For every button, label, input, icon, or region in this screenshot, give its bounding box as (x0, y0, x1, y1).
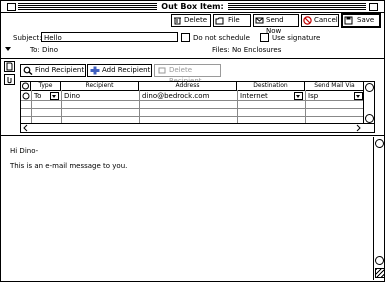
title-bar[interactable]: Out Box Item: (1, 1, 384, 13)
message-body[interactable]: Hi Dino- This is an e-mail message to yo… (1, 137, 373, 280)
col-rule (61, 90, 62, 123)
do-not-schedule-checkbox[interactable] (181, 33, 190, 42)
row-select-icon (22, 82, 29, 90)
enclosures-tab-icon[interactable] (4, 74, 15, 85)
message-line: This is an e-mail message to you. (10, 162, 128, 170)
table-corner (21, 82, 31, 90)
file-button[interactable]: File (213, 14, 251, 27)
recipients-scrollbar[interactable] (363, 82, 374, 124)
row-marker-icon (22, 92, 30, 100)
zoom-box[interactable] (369, 3, 378, 11)
trash-icon (174, 17, 181, 25)
outbox-window: Out Box Item: Delete File Send Now Cance… (0, 0, 385, 282)
disk-icon (344, 16, 353, 25)
scroll-up-icon[interactable] (365, 83, 374, 92)
plus-icon (90, 66, 100, 75)
toolbar: Delete File Send Now Cancel Save (1, 13, 384, 35)
magnifier-icon (23, 66, 33, 75)
recipients-table: Type Recipient Address Destination Send … (20, 81, 375, 125)
destination-dropdown-icon[interactable] (294, 92, 303, 100)
column-header-recipient[interactable]: Recipient (61, 82, 139, 90)
cancel-label: Cancel (314, 16, 338, 24)
column-header-send-via[interactable]: Send Mail Via (305, 82, 364, 90)
cell-type[interactable]: To (34, 92, 41, 100)
save-label: Save (357, 16, 375, 24)
send-now-button[interactable]: Send Now (253, 14, 299, 35)
type-dropdown-icon[interactable] (50, 92, 59, 100)
column-header-type[interactable]: Type (31, 82, 61, 90)
col-rule (31, 90, 32, 123)
paperclip-icon (7, 77, 12, 84)
col-rule (139, 90, 140, 123)
find-recipient-label: Find Recipient (35, 66, 85, 74)
do-not-schedule-label: Do not schedule (193, 34, 250, 42)
subject-label: Subject: (13, 34, 42, 42)
cell-address[interactable]: dino@bedrock.com (142, 92, 209, 100)
window-title: Out Box Item: (157, 2, 228, 11)
scroll-down-icon[interactable] (375, 256, 384, 265)
header-divider (1, 58, 384, 59)
save-button[interactable]: Save (341, 13, 381, 28)
recipients-tab-icon[interactable] (4, 61, 15, 72)
scroll-up-icon[interactable] (375, 139, 384, 148)
column-header-address[interactable]: Address (139, 82, 237, 90)
page-icon (6, 62, 13, 71)
row-rule (21, 108, 374, 109)
row-rule (21, 100, 374, 101)
cancel-button[interactable]: Cancel (301, 14, 339, 27)
grow-box[interactable] (375, 268, 385, 278)
col-rule (237, 90, 238, 123)
use-signature-label: Use signature (272, 34, 321, 42)
delete-label: Delete (184, 16, 207, 24)
subject-input[interactable]: Hello (41, 32, 178, 42)
cell-send-via[interactable]: Isp (308, 92, 318, 100)
files-label: Files: No Enclosures (212, 46, 282, 54)
cancel-icon (303, 16, 312, 25)
scroll-down-icon[interactable] (365, 114, 374, 123)
folder-icon (215, 17, 224, 25)
message-scrollbar[interactable] (373, 137, 385, 280)
window-title-wrap: Out Box Item: (1, 1, 384, 12)
header-rule (21, 90, 374, 91)
add-recipient-label: Add Recipient (102, 66, 151, 74)
to-label: To: Dino (30, 46, 59, 54)
scroll-left-icon[interactable] (22, 124, 30, 132)
send-now-icon (255, 17, 264, 24)
scroll-right-icon[interactable] (354, 124, 362, 132)
file-label: File (228, 16, 240, 24)
delete-recipient-icon (158, 67, 166, 74)
col-rule (305, 90, 306, 123)
message-line: Hi Dino- (10, 147, 39, 155)
expand-triangle-icon[interactable] (5, 47, 11, 51)
delete-button[interactable]: Delete (171, 14, 211, 27)
body-divider (1, 135, 384, 136)
recipients-hscrollbar[interactable] (20, 123, 375, 133)
delete-recipient-button[interactable]: Delete Recipient (154, 64, 221, 85)
cell-recipient[interactable]: Dino (64, 92, 80, 100)
row-rule (21, 116, 374, 117)
column-header-destination[interactable]: Destination (237, 82, 305, 90)
find-recipient-button[interactable]: Find Recipient (20, 64, 86, 77)
add-recipient-button[interactable]: Add Recipient (87, 64, 152, 77)
send-via-dropdown-icon[interactable] (354, 92, 363, 100)
use-signature-checkbox[interactable] (260, 33, 269, 42)
cell-destination[interactable]: Internet (240, 92, 268, 100)
